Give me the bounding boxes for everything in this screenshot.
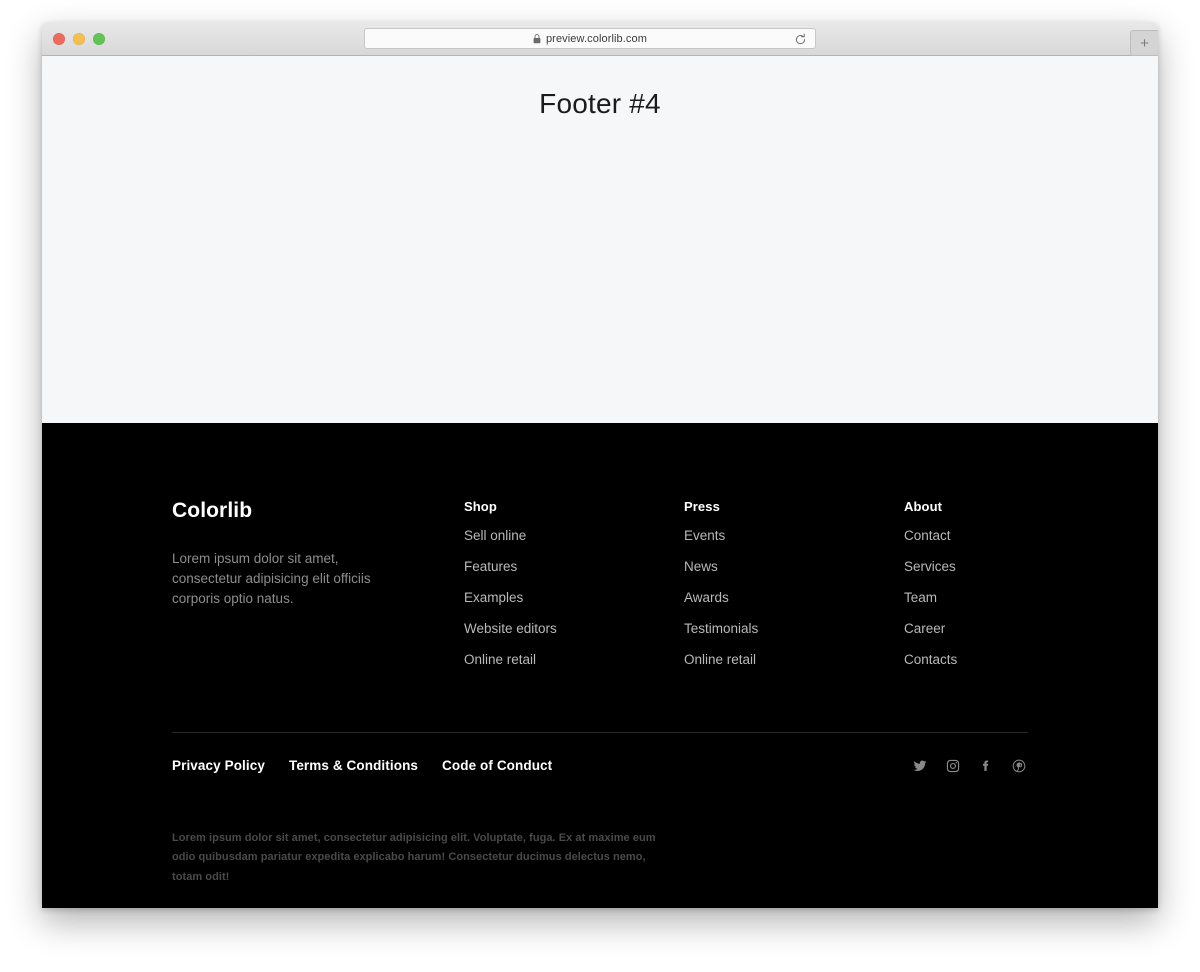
legal-link-code-of-conduct[interactable]: Code of Conduct [442, 758, 552, 773]
footer-link[interactable]: Sell online [464, 528, 526, 543]
list-item: Contact [904, 527, 1028, 545]
reload-icon[interactable] [794, 33, 807, 46]
column-link-list: Sell online Features Examples Website ed… [464, 527, 684, 669]
footer-link[interactable]: Contact [904, 528, 951, 543]
footer-divider [172, 732, 1028, 733]
close-window-button[interactable] [53, 33, 65, 45]
brand-name: Colorlib [172, 499, 253, 522]
minimize-window-button[interactable] [73, 33, 85, 45]
list-item: Career [904, 620, 1028, 638]
list-item: Services [904, 558, 1028, 576]
list-item: Contacts [904, 651, 1028, 669]
list-item: Awards [684, 589, 904, 607]
column-link-list: Events News Awards Testimonials Online r… [684, 527, 904, 669]
footer-link[interactable]: Features [464, 559, 517, 574]
page-hero: Footer #4 [42, 56, 1158, 423]
footer-link[interactable]: News [684, 559, 718, 574]
browser-titlebar: preview.colorlib.com + [42, 22, 1158, 56]
footer-brand-column: Colorlib Lorem ipsum dolor sit amet, con… [172, 499, 464, 669]
footer-link[interactable]: Awards [684, 590, 729, 605]
footer-link[interactable]: Events [684, 528, 725, 543]
window-controls [53, 33, 105, 45]
social-links [913, 759, 1028, 773]
footer-inner: Colorlib Lorem ipsum dolor sit amet, con… [172, 423, 1028, 887]
footer-link[interactable]: Team [904, 590, 937, 605]
footer-link[interactable]: Online retail [464, 652, 536, 667]
list-item: Team [904, 589, 1028, 607]
list-item: Examples [464, 589, 684, 607]
page-title: Footer #4 [539, 88, 661, 119]
footer-link[interactable]: Services [904, 559, 956, 574]
footer-column-about: About Contact Services Team Career Conta… [904, 499, 1028, 669]
new-tab-button[interactable]: + [1130, 30, 1158, 56]
copyright-text: Lorem ipsum dolor sit amet, consectetur … [172, 832, 656, 883]
list-item: Online retail [464, 651, 684, 669]
footer-link[interactable]: Examples [464, 590, 523, 605]
footer-link[interactable]: Website editors [464, 621, 557, 636]
url-text: preview.colorlib.com [545, 32, 648, 45]
list-item: Sell online [464, 527, 684, 545]
footer-column-press: Press Events News Awards Testimonials On… [684, 499, 904, 669]
address-bar-content: preview.colorlib.com [533, 33, 647, 45]
list-item: Events [684, 527, 904, 545]
column-heading: Press [684, 499, 720, 514]
legal-links: Privacy Policy Terms & Conditions Code o… [172, 758, 552, 773]
footer-top: Colorlib Lorem ipsum dolor sit amet, con… [172, 499, 1028, 669]
instagram-icon [946, 759, 960, 772]
browser-window: preview.colorlib.com + Footer #4 Colorli… [42, 22, 1158, 908]
legal-link-terms-conditions[interactable]: Terms & Conditions [289, 758, 418, 773]
footer-link[interactable]: Contacts [904, 652, 957, 667]
pinterest-icon [1012, 759, 1026, 772]
address-bar[interactable]: preview.colorlib.com [364, 28, 816, 49]
footer-bottom-bar: Privacy Policy Terms & Conditions Code o… [172, 758, 1028, 773]
footer-link[interactable]: Career [904, 621, 945, 636]
legal-link-privacy-policy[interactable]: Privacy Policy [172, 758, 265, 773]
twitter-icon [913, 760, 927, 771]
list-item: News [684, 558, 904, 576]
list-item: Testimonials [684, 620, 904, 638]
list-item: Online retail [684, 651, 904, 669]
facebook-icon [982, 759, 989, 771]
maximize-window-button[interactable] [93, 33, 105, 45]
list-item: Features [464, 558, 684, 576]
footer-column-shop: Shop Sell online Features Examples Websi… [464, 499, 684, 669]
social-link-instagram[interactable] [946, 759, 960, 773]
site-footer: Colorlib Lorem ipsum dolor sit amet, con… [42, 423, 1158, 908]
footer-link[interactable]: Testimonials [684, 621, 758, 636]
new-tab-label: + [1140, 34, 1149, 52]
list-item: Website editors [464, 620, 684, 638]
footer-link[interactable]: Online retail [684, 652, 756, 667]
lock-icon [533, 33, 541, 43]
brand-description: Lorem ipsum dolor sit amet, consectetur … [172, 551, 371, 606]
column-heading: Shop [464, 499, 497, 514]
social-link-twitter[interactable] [913, 759, 927, 773]
column-link-list: Contact Services Team Career Contacts [904, 527, 1028, 669]
social-link-pinterest[interactable] [1012, 759, 1026, 773]
social-link-facebook[interactable] [979, 759, 993, 773]
column-heading: About [904, 499, 943, 514]
